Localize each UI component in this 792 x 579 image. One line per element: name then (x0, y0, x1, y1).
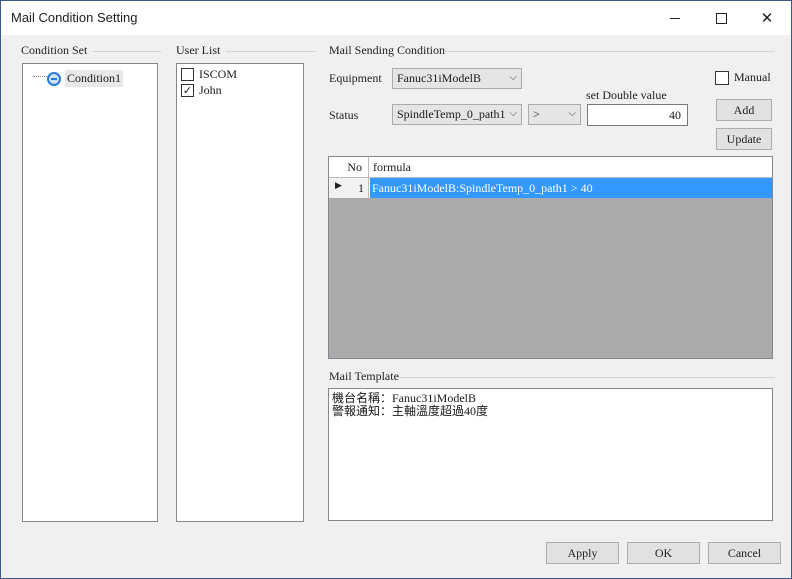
maximize-icon (715, 12, 727, 24)
equipment-value: Fanuc31iModelB (397, 71, 481, 85)
manual-label: Manual (734, 70, 771, 84)
group-divider (399, 377, 775, 378)
condition-grid[interactable]: No formula ▶ 1 Fanuc31iModelB:SpindleTem… (328, 156, 773, 359)
grid-header: No formula (329, 157, 772, 178)
user-item-label: ISCOM (199, 67, 238, 81)
cancel-button[interactable]: Cancel (708, 542, 781, 564)
tree-node-condition1[interactable]: Condition1 (43, 70, 124, 87)
user-item-iscom[interactable]: ISCOM (181, 67, 237, 82)
chevron-down-icon: ⌵ (509, 72, 517, 83)
group-divider (445, 51, 775, 52)
update-button[interactable]: Update (716, 128, 772, 150)
mail-template-title: Mail Template (329, 369, 399, 383)
formula-cell[interactable]: Fanuc31iModelB:SpindleTemp_0_path1 > 40 (370, 178, 772, 198)
ok-button[interactable]: OK (627, 542, 700, 564)
operator-value: > (533, 107, 540, 121)
close-button[interactable]: ✕ (744, 1, 790, 35)
manual-toggle[interactable]: Manual (715, 70, 771, 85)
chevron-down-icon: ⌵ (509, 108, 517, 119)
set-value-input[interactable]: 40 (587, 104, 688, 126)
user-item-label: John (199, 83, 222, 97)
table-row[interactable]: ▶ 1 Fanuc31iModelB:SpindleTemp_0_path1 >… (329, 178, 772, 198)
maximize-button[interactable] (698, 1, 744, 35)
equipment-label: Equipment (329, 71, 382, 85)
group-divider (226, 51, 316, 52)
minimize-icon (670, 18, 680, 19)
title-bar[interactable]: Mail Condition Setting ✕ (1, 1, 791, 35)
mail-template-textarea[interactable]: 機台名稱：Fanuc31iModelB 警報通知：主軸溫度超過40度 (328, 388, 773, 521)
equipment-select[interactable]: Fanuc31iModelB ⌵ (392, 68, 522, 89)
user-item-john[interactable]: ✓ John (181, 83, 222, 98)
close-icon: ✕ (760, 9, 774, 27)
apply-button[interactable]: Apply (546, 542, 619, 564)
chevron-down-icon: ⌵ (568, 108, 576, 119)
iscom-checkbox[interactable] (181, 68, 194, 81)
status-select[interactable]: SpindleTemp_0_path1 ⌵ (392, 104, 522, 125)
add-button[interactable]: Add (716, 99, 772, 121)
mail-condition-setting-window: Mail Condition Setting ✕ Condition Set C… (0, 0, 792, 579)
column-header-no[interactable]: No (329, 157, 369, 178)
manual-checkbox[interactable] (715, 70, 729, 85)
group-divider (93, 51, 161, 52)
operator-select[interactable]: > ⌵ (528, 104, 581, 125)
condition-set-title: Condition Set (21, 43, 88, 57)
row-header[interactable]: ▶ 1 (329, 178, 369, 198)
column-header-formula[interactable]: formula (369, 157, 772, 178)
row-pointer-icon: ▶ (335, 181, 342, 191)
status-value: SpindleTemp_0_path1 (397, 107, 506, 121)
condition-tree[interactable]: Condition1 (22, 63, 158, 522)
mail-sending-condition-title: Mail Sending Condition (329, 43, 446, 57)
john-checkbox[interactable]: ✓ (181, 84, 194, 97)
status-label: Status (329, 108, 359, 122)
user-list-title: User List (176, 43, 221, 57)
window-title: Mail Condition Setting (11, 10, 138, 25)
user-checklist[interactable]: ISCOM ✓ John (176, 63, 304, 522)
condition-node-icon (47, 71, 61, 86)
tree-node-label: Condition1 (65, 70, 124, 87)
set-value-label: set Double value (586, 88, 667, 102)
checkmark-icon: ✓ (182, 84, 193, 97)
row-number: 1 (358, 181, 364, 195)
minimize-button[interactable] (652, 1, 698, 35)
